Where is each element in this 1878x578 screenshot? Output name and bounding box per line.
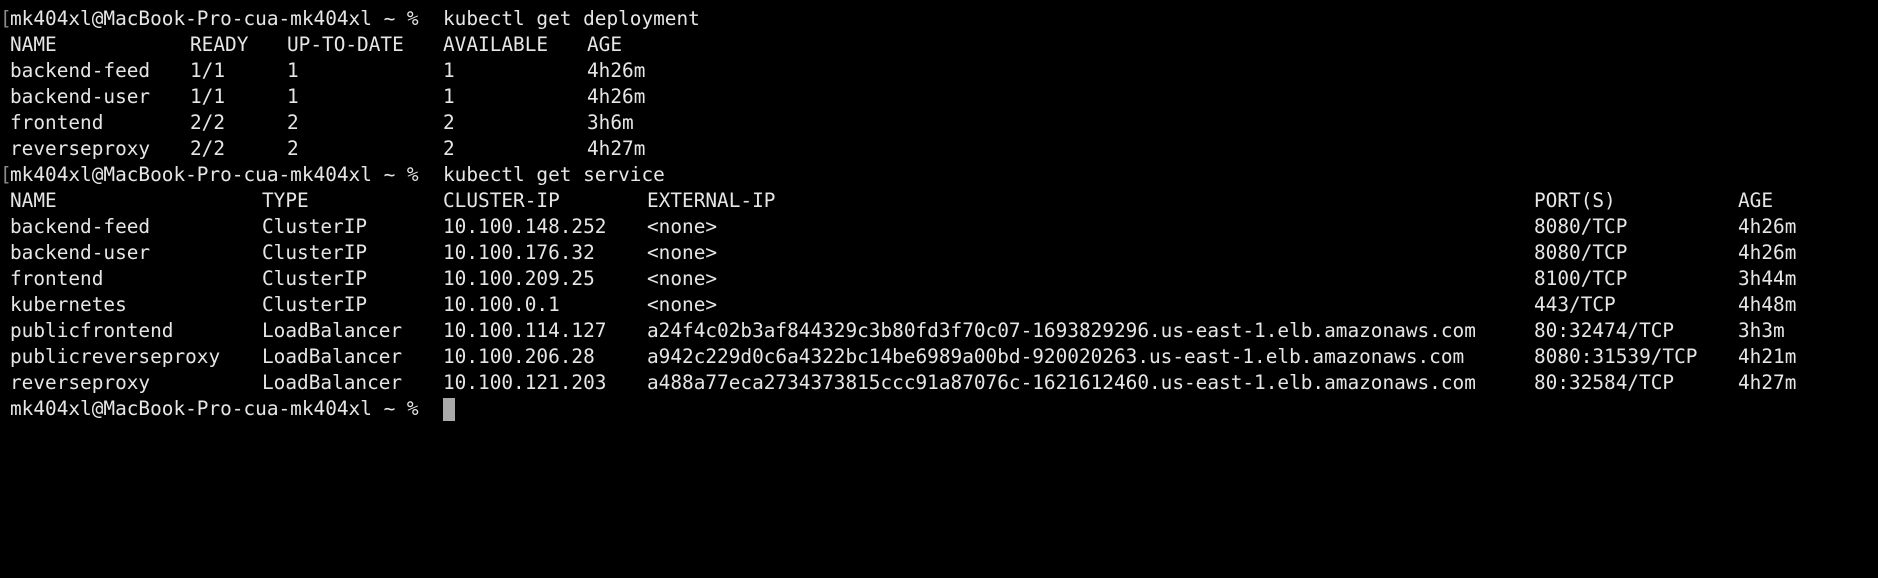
deployment-ready: 1/1 bbox=[190, 59, 226, 82]
deployment-ready: 1/1 bbox=[190, 85, 226, 108]
deployment-name: backend-feed bbox=[10, 59, 151, 82]
column-header-cluster-ip: CLUSTER-IP bbox=[443, 189, 560, 212]
service-row: frontend ClusterIP 10.100.209.25 <none> … bbox=[0, 266, 1878, 292]
service-age: 4h26m bbox=[1738, 241, 1797, 264]
deployment-age: 4h27m bbox=[587, 137, 646, 160]
service-name: reverseproxy bbox=[10, 371, 151, 394]
deployment-name: reverseproxy bbox=[10, 137, 151, 160]
column-header-ready: READY bbox=[190, 33, 249, 56]
column-header-age: AGE bbox=[1738, 189, 1774, 212]
service-ports: 8080/TCP bbox=[1534, 215, 1628, 238]
deployment-row: backend-feed 1/1 1 1 4h26m bbox=[0, 58, 1878, 84]
service-age: 4h26m bbox=[1738, 215, 1797, 238]
deployment-age: 4h26m bbox=[587, 85, 646, 108]
service-ports: 443/TCP bbox=[1534, 293, 1616, 316]
column-header-up-to-date: UP-TO-DATE bbox=[287, 33, 404, 56]
service-ports: 8080:31539/TCP bbox=[1534, 345, 1698, 368]
service-cluster-ip: 10.100.114.127 bbox=[443, 319, 607, 342]
service-external-ip: <none> bbox=[647, 293, 718, 316]
deployment-ready: 2/2 bbox=[190, 111, 226, 134]
column-header-age: AGE bbox=[587, 33, 623, 56]
service-cluster-ip: 10.100.0.1 bbox=[443, 293, 560, 316]
column-header-name: NAME bbox=[10, 33, 57, 56]
service-ports: 80:32584/TCP bbox=[1534, 371, 1675, 394]
deployment-row: backend-user 1/1 1 1 4h26m bbox=[0, 84, 1878, 110]
deployment-up-to-date: 2 bbox=[287, 137, 299, 160]
service-cluster-ip: 10.100.209.25 bbox=[443, 267, 595, 290]
terminal-window[interactable]: [ mk404xl@MacBook-Pro-cua-mk404xl ~ % ku… bbox=[0, 6, 1878, 476]
text-cursor[interactable] bbox=[443, 398, 455, 421]
service-name: backend-feed bbox=[10, 215, 151, 238]
service-ports: 8100/TCP bbox=[1534, 267, 1628, 290]
service-cluster-ip: 10.100.121.203 bbox=[443, 371, 607, 394]
deployment-available: 2 bbox=[443, 111, 455, 134]
service-table-header: NAME TYPE CLUSTER-IP EXTERNAL-IP PORT(S)… bbox=[0, 188, 1878, 214]
service-name: backend-user bbox=[10, 241, 151, 264]
service-row: backend-feed ClusterIP 10.100.148.252 <n… bbox=[0, 214, 1878, 240]
service-external-ip: a24f4c02b3af844329c3b80fd3f70c07-1693829… bbox=[647, 319, 1476, 342]
deployment-age: 4h26m bbox=[587, 59, 646, 82]
service-type: ClusterIP bbox=[262, 267, 368, 290]
column-header-external-ip: EXTERNAL-IP bbox=[647, 189, 776, 212]
current-prompt-line[interactable]: mk404xl@MacBook-Pro-cua-mk404xl ~ % bbox=[0, 396, 1878, 422]
service-external-ip: a942c229d0c6a4322bc14be6989a00bd-9200202… bbox=[647, 345, 1465, 368]
column-header-name: NAME bbox=[10, 189, 57, 212]
service-ports: 8080/TCP bbox=[1534, 241, 1628, 264]
service-name: publicreverseproxy bbox=[10, 345, 221, 368]
deployment-name: frontend bbox=[10, 111, 104, 134]
deployment-up-to-date: 1 bbox=[287, 85, 299, 108]
service-type: ClusterIP bbox=[262, 215, 368, 238]
service-type: LoadBalancer bbox=[262, 371, 403, 394]
service-type: ClusterIP bbox=[262, 293, 368, 316]
column-header-type: TYPE bbox=[262, 189, 309, 212]
service-age: 3h44m bbox=[1738, 267, 1797, 290]
command-line-deployment: [ mk404xl@MacBook-Pro-cua-mk404xl ~ % ku… bbox=[0, 6, 1878, 32]
command-text: kubectl get service bbox=[443, 163, 665, 186]
service-age: 3h3m bbox=[1738, 319, 1785, 342]
deployment-name: backend-user bbox=[10, 85, 151, 108]
service-age: 4h27m bbox=[1738, 371, 1797, 394]
service-type: ClusterIP bbox=[262, 241, 368, 264]
deployment-available: 1 bbox=[443, 59, 455, 82]
service-cluster-ip: 10.100.176.32 bbox=[443, 241, 595, 264]
deployment-available: 1 bbox=[443, 85, 455, 108]
deployment-up-to-date: 2 bbox=[287, 111, 299, 134]
service-external-ip: a488a77eca2734373815ccc91a87076c-1621612… bbox=[647, 371, 1476, 394]
service-age: 4h21m bbox=[1738, 345, 1797, 368]
service-external-ip: <none> bbox=[647, 267, 718, 290]
deployment-age: 3h6m bbox=[587, 111, 634, 134]
deployment-ready: 2/2 bbox=[190, 137, 226, 160]
column-header-ports: PORT(S) bbox=[1534, 189, 1616, 212]
deployment-available: 2 bbox=[443, 137, 455, 160]
shell-prompt: mk404xl@MacBook-Pro-cua-mk404xl ~ % bbox=[10, 397, 419, 420]
service-external-ip: <none> bbox=[647, 241, 718, 264]
service-row: reverseproxy LoadBalancer 10.100.121.203… bbox=[0, 370, 1878, 396]
command-text: kubectl get deployment bbox=[443, 7, 700, 30]
shell-prompt: mk404xl@MacBook-Pro-cua-mk404xl ~ % bbox=[10, 163, 419, 186]
deployment-table-header: NAME READY UP-TO-DATE AVAILABLE AGE bbox=[0, 32, 1878, 58]
service-cluster-ip: 10.100.206.28 bbox=[443, 345, 595, 368]
service-external-ip: <none> bbox=[647, 215, 718, 238]
service-cluster-ip: 10.100.148.252 bbox=[443, 215, 607, 238]
service-row: kubernetes ClusterIP 10.100.0.1 <none> 4… bbox=[0, 292, 1878, 318]
deployment-up-to-date: 1 bbox=[287, 59, 299, 82]
service-name: frontend bbox=[10, 267, 104, 290]
service-row: publicreverseproxy LoadBalancer 10.100.2… bbox=[0, 344, 1878, 370]
deployment-row: reverseproxy 2/2 2 2 4h27m bbox=[0, 136, 1878, 162]
column-header-available: AVAILABLE bbox=[443, 33, 549, 56]
service-type: LoadBalancer bbox=[262, 319, 403, 342]
command-line-service: [ mk404xl@MacBook-Pro-cua-mk404xl ~ % ku… bbox=[0, 162, 1878, 188]
service-age: 4h48m bbox=[1738, 293, 1797, 316]
service-row: backend-user ClusterIP 10.100.176.32 <no… bbox=[0, 240, 1878, 266]
service-ports: 80:32474/TCP bbox=[1534, 319, 1675, 342]
shell-prompt: mk404xl@MacBook-Pro-cua-mk404xl ~ % bbox=[10, 7, 419, 30]
service-type: LoadBalancer bbox=[262, 345, 403, 368]
service-name: kubernetes bbox=[10, 293, 127, 316]
deployment-row: frontend 2/2 2 2 3h6m bbox=[0, 110, 1878, 136]
service-row: publicfrontend LoadBalancer 10.100.114.1… bbox=[0, 318, 1878, 344]
service-name: publicfrontend bbox=[10, 319, 174, 342]
